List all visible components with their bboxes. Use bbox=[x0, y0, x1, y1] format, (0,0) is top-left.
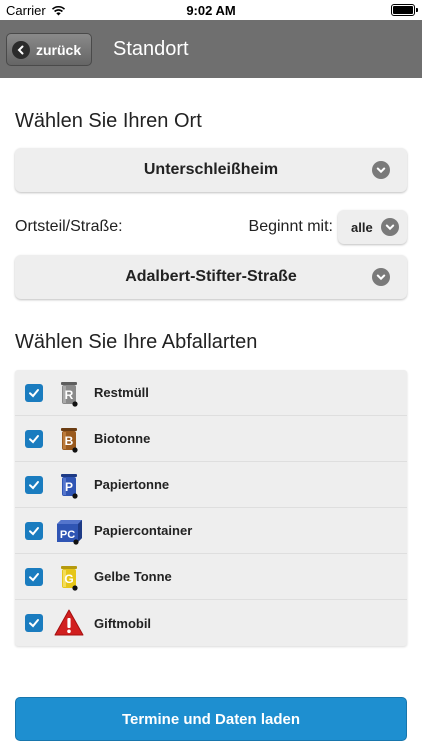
chevron-down-icon bbox=[372, 268, 390, 286]
street-select[interactable]: Adalbert-Stifter-Straße bbox=[15, 255, 407, 299]
warning-triangle-icon bbox=[54, 609, 84, 636]
papiertonne-bin-icon: P bbox=[61, 473, 78, 499]
battery-icon bbox=[391, 4, 418, 16]
waste-item-biotonne[interactable]: B Biotonne bbox=[15, 416, 407, 462]
restmuell-bin-icon: R bbox=[61, 381, 78, 407]
starts-with-label: Beginnt mit: bbox=[248, 218, 333, 235]
load-dates-button[interactable]: Termine und Daten laden bbox=[15, 697, 407, 741]
checkbox[interactable] bbox=[25, 429, 43, 448]
waste-item-papiertonne[interactable]: P Papiertonne bbox=[15, 462, 407, 508]
street-filter-row: Ortsteil/Straße: Beginnt mit: alle bbox=[15, 208, 407, 244]
waste-item-gelbe-tonne[interactable]: G Gelbe Tonne bbox=[15, 554, 407, 600]
waste-item-papiercontainer[interactable]: PC Papiercontainer bbox=[15, 508, 407, 554]
carrier-info: Carrier bbox=[6, 3, 66, 18]
location-heading: Wählen Sie Ihren Ort bbox=[15, 110, 202, 132]
waste-item-label: Biotonne bbox=[94, 431, 151, 446]
svg-text:R: R bbox=[65, 388, 74, 402]
svg-text:B: B bbox=[65, 434, 74, 448]
waste-item-label: Papiertonne bbox=[94, 477, 170, 492]
chevron-down-icon bbox=[372, 161, 390, 179]
city-select-value: Unterschleißheim bbox=[143, 161, 279, 178]
checkbox[interactable] bbox=[25, 567, 43, 586]
district-label: Ortsteil/Straße: bbox=[15, 218, 123, 235]
waste-item-giftmobil[interactable]: Giftmobil bbox=[15, 600, 407, 646]
starts-with-value: alle bbox=[351, 220, 373, 235]
waste-heading: Wählen Sie Ihre Abfallarten bbox=[15, 331, 258, 353]
svg-text:P: P bbox=[65, 480, 73, 494]
back-button[interactable]: zurück bbox=[6, 33, 92, 66]
load-dates-button-label: Termine und Daten laden bbox=[121, 710, 301, 728]
starts-with-select[interactable]: alle bbox=[338, 210, 407, 244]
city-select[interactable]: Unterschleißheim bbox=[15, 148, 407, 192]
checkbox[interactable] bbox=[25, 475, 43, 494]
waste-item-label: Gelbe Tonne bbox=[94, 569, 172, 584]
waste-item-label: Papiercontainer bbox=[94, 523, 193, 538]
checkbox[interactable] bbox=[25, 383, 43, 402]
chevron-left-icon bbox=[12, 40, 30, 59]
back-button-label: zurück bbox=[36, 41, 82, 58]
checkbox[interactable] bbox=[25, 521, 43, 540]
carrier-label: Carrier bbox=[6, 3, 46, 18]
waste-item-restmuell[interactable]: R Restmüll bbox=[15, 370, 407, 416]
waste-type-list: R Restmüll B Biotonne P Papiertonne PC P… bbox=[15, 370, 407, 646]
svg-text:G: G bbox=[64, 572, 73, 586]
papiercontainer-icon: PC bbox=[57, 519, 82, 545]
page-title: Standort bbox=[113, 38, 189, 60]
chevron-down-icon bbox=[381, 218, 399, 236]
waste-item-label: Restmüll bbox=[94, 385, 149, 400]
status-bar: Carrier 9:02 AM bbox=[0, 0, 422, 20]
wifi-icon bbox=[51, 5, 65, 16]
svg-text:PC: PC bbox=[60, 529, 75, 541]
navigation-bar: zurück Standort bbox=[0, 20, 422, 78]
checkbox[interactable] bbox=[25, 614, 43, 632]
gelbe-tonne-bin-icon: G bbox=[61, 565, 78, 591]
biotonne-bin-icon: B bbox=[61, 427, 78, 453]
street-select-value: Adalbert-Stifter-Straße bbox=[125, 268, 297, 285]
waste-item-label: Giftmobil bbox=[94, 615, 152, 631]
